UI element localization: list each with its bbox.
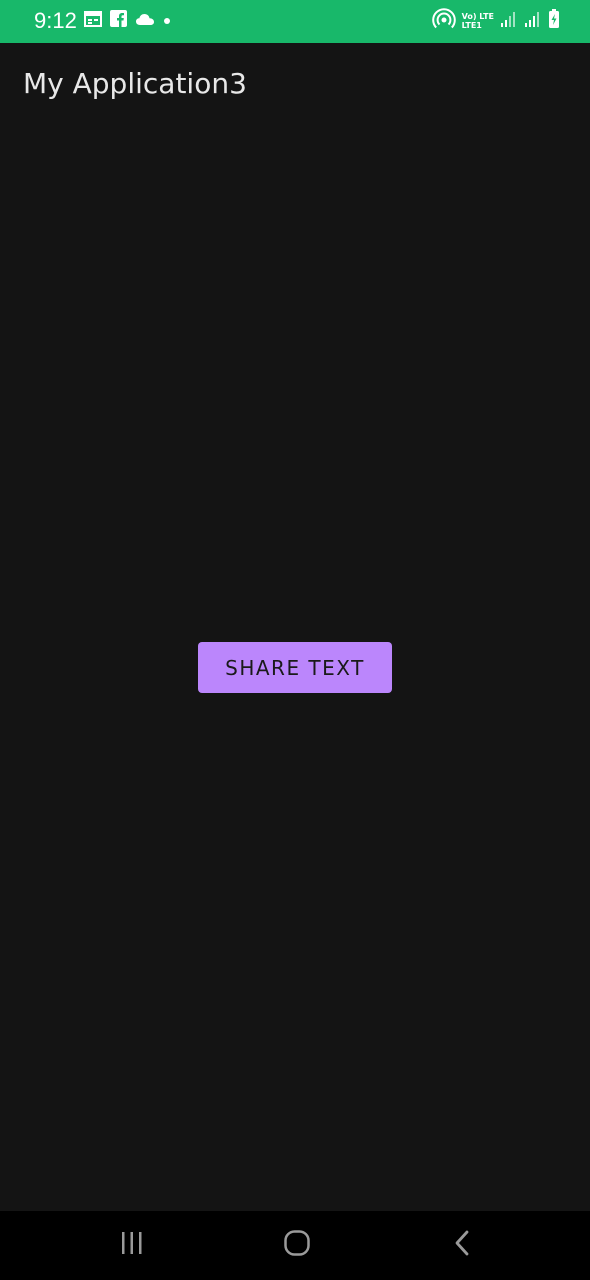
recents-button[interactable] bbox=[112, 1229, 152, 1261]
screen: 9:12 Vo) LTE LTE1 My Application3 SHARE … bbox=[0, 0, 590, 1280]
dot-icon bbox=[163, 12, 171, 30]
facebook-icon bbox=[110, 10, 127, 32]
status-right-icons: Vo) LTE LTE1 bbox=[431, 7, 560, 35]
share-text-button[interactable]: SHARE TEXT bbox=[198, 642, 392, 693]
back-button[interactable] bbox=[442, 1229, 482, 1261]
battery-charging-icon bbox=[548, 8, 560, 34]
navigation-bar bbox=[0, 1211, 590, 1280]
status-time: 9:12 bbox=[34, 8, 77, 33]
network-label: Vo) LTE LTE1 bbox=[462, 12, 494, 30]
back-icon bbox=[453, 1229, 471, 1262]
home-icon bbox=[283, 1229, 311, 1262]
network-label-top: Vo) LTE bbox=[461, 12, 494, 21]
network-label-bottom: LTE1 bbox=[461, 21, 482, 30]
recents-icon bbox=[119, 1231, 145, 1260]
calendar-icon bbox=[84, 10, 102, 32]
status-left-icons bbox=[84, 10, 171, 32]
status-bar: 9:12 Vo) LTE LTE1 bbox=[0, 0, 590, 43]
home-button[interactable] bbox=[277, 1229, 317, 1261]
signal-icon bbox=[500, 10, 518, 33]
cloud-icon bbox=[135, 12, 155, 31]
hotspot-icon bbox=[431, 7, 456, 35]
signal-icon bbox=[524, 10, 542, 33]
page-title: My Application3 bbox=[23, 67, 247, 100]
